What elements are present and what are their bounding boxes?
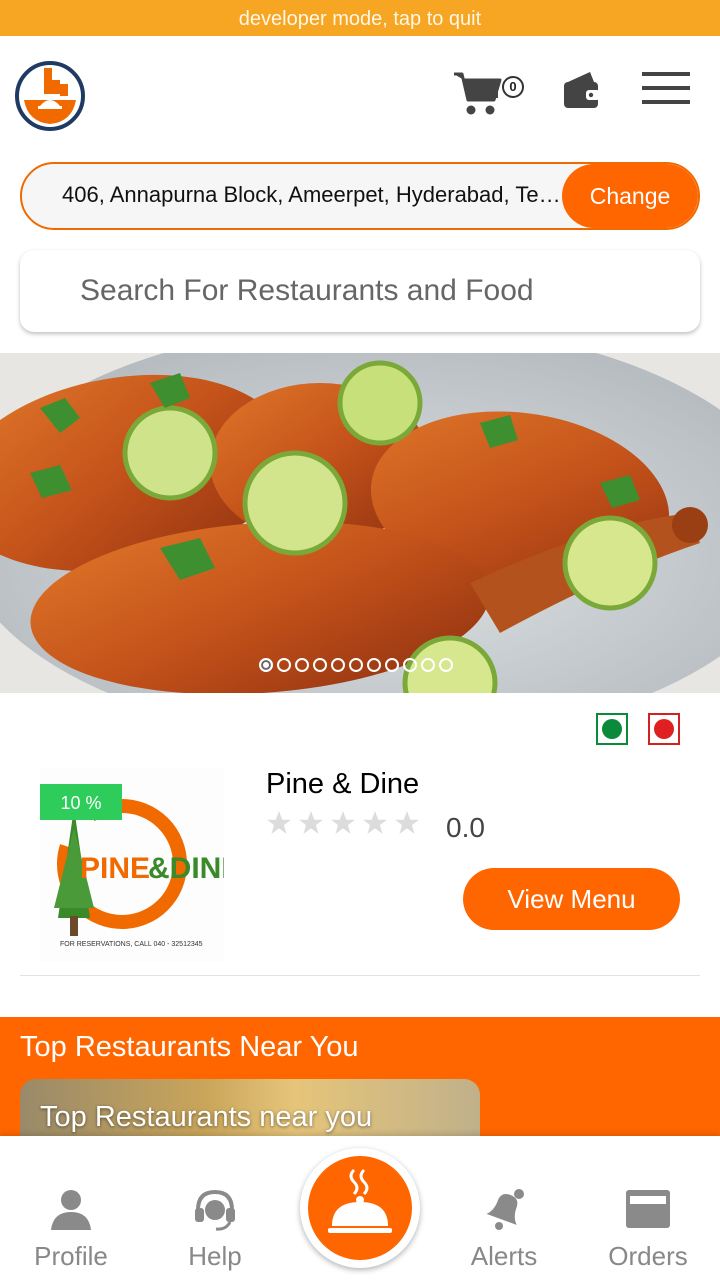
search-input[interactable] <box>80 250 680 332</box>
carousel-dot[interactable] <box>313 658 327 672</box>
center-home-button[interactable] <box>300 1148 420 1268</box>
search-box <box>20 250 700 332</box>
carousel-dot[interactable] <box>439 658 453 672</box>
headset-icon <box>195 1189 235 1231</box>
nav-orders[interactable]: Orders <box>578 1186 718 1276</box>
top-restaurants-section: Top Restaurants Near You Top Restaurants… <box>0 1017 720 1147</box>
logo-reservation-line: FOR RESERVATIONS, CALL 040 - 32512345 <box>60 941 203 948</box>
star-icon <box>331 811 355 834</box>
wallet-icon[interactable] <box>560 70 602 112</box>
promo-banner-carousel[interactable] <box>0 353 720 693</box>
nonveg-filter-icon[interactable] <box>648 713 680 745</box>
top-card-title: Top Restaurants near you <box>40 1101 373 1133</box>
restaurant-name[interactable]: Pine & Dine <box>266 768 419 801</box>
carousel-dot[interactable] <box>367 658 381 672</box>
carousel-dot[interactable] <box>331 658 345 672</box>
nav-label-alerts: Alerts <box>470 1241 538 1271</box>
delivery-address-text: 406, Annapurna Block, Ameerpet, Hyderaba… <box>62 182 562 207</box>
carousel-dot[interactable] <box>259 658 273 672</box>
grilled-chicken-image <box>0 353 720 693</box>
carousel-dot[interactable] <box>385 658 399 672</box>
cloche-icon <box>328 1168 392 1233</box>
logo-wordmark-dine: &DINE <box>148 852 224 885</box>
nav-alerts[interactable]: Alerts <box>434 1186 574 1276</box>
change-address-button[interactable]: Change <box>562 164 698 228</box>
carousel-dot[interactable] <box>421 658 435 672</box>
app-logo-icon[interactable] <box>14 60 86 132</box>
star-icon <box>299 811 323 834</box>
discount-badge: 10 % <box>40 784 122 820</box>
star-icon <box>363 811 387 834</box>
carousel-dot[interactable] <box>295 658 309 672</box>
delivery-address-bar: 406, Annapurna Block, Ameerpet, Hyderaba… <box>20 162 700 230</box>
nav-label-help: Help <box>188 1241 242 1271</box>
person-icon <box>51 1190 91 1230</box>
section-title: Top Restaurants Near You <box>20 1031 359 1063</box>
veg-filter-icon[interactable] <box>596 713 628 745</box>
developer-mode-bar[interactable]: developer mode, tap to quit <box>0 0 720 36</box>
restaurant-card[interactable]: PINE &DINE FOR RESERVATIONS, CALL 040 - … <box>20 760 700 976</box>
cart-count-badge: 0 <box>502 76 524 98</box>
nav-label-profile: Profile <box>34 1241 108 1271</box>
rating-value: 0.0 <box>446 812 485 843</box>
carousel-dot[interactable] <box>349 658 363 672</box>
star-icon <box>267 811 291 834</box>
nav-help[interactable]: Help <box>145 1186 285 1276</box>
hamburger-menu-icon[interactable] <box>640 68 692 108</box>
rating-stars <box>266 810 420 836</box>
star-icon <box>395 811 419 834</box>
center-button-fill <box>308 1156 412 1260</box>
bell-icon <box>486 1189 524 1230</box>
cart-icon[interactable] <box>452 68 502 118</box>
logo-wordmark: PINE <box>80 852 150 885</box>
carousel-dot[interactable] <box>277 658 291 672</box>
carousel-dots <box>259 658 453 674</box>
nav-profile[interactable]: Profile <box>1 1186 141 1276</box>
nav-label-orders: Orders <box>608 1241 688 1271</box>
carousel-dot[interactable] <box>403 658 417 672</box>
view-menu-button[interactable]: View Menu <box>463 868 680 930</box>
orders-card-icon <box>626 1190 670 1228</box>
app-header: 0 <box>0 36 720 154</box>
